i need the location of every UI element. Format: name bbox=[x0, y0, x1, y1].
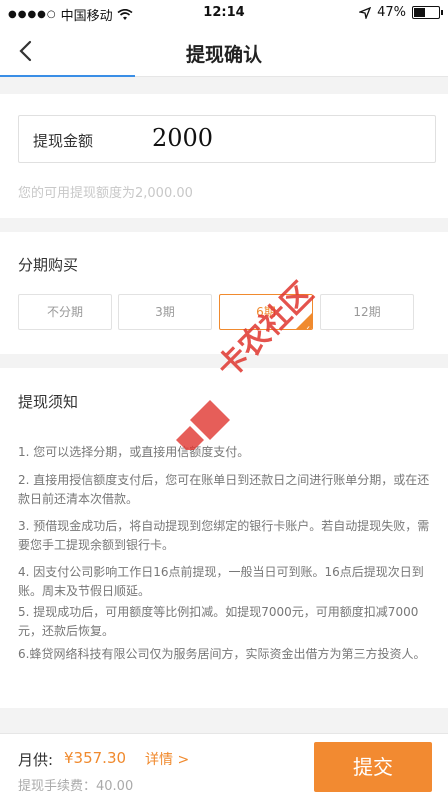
amount-input[interactable]: 提现金额 2000 bbox=[18, 115, 436, 163]
notice-item: 5. 提现成功后，可用额度等比例扣减。如提现7000元，可用额度扣减7000元，… bbox=[18, 605, 419, 638]
monthly-payment-label: 月供: bbox=[18, 751, 54, 769]
notice-item: 3. 预借现金成功后，将自动提现到您绑定的银行卡账户。若自动提现失败，需要您手工… bbox=[18, 519, 430, 552]
battery-percent: 47% bbox=[377, 5, 406, 20]
check-icon: ✓ bbox=[303, 325, 311, 330]
page-title: 提现确认 bbox=[185, 44, 262, 66]
period-option-none[interactable]: 不分期 bbox=[18, 294, 112, 330]
bottom-bar: 月供: ¥357.30 详情 > 提现手续费：40.00 提交 bbox=[0, 733, 448, 801]
period-option-3[interactable]: 3期 bbox=[118, 294, 212, 330]
monthly-payment-value: ¥357.30 bbox=[64, 749, 127, 767]
battery-icon bbox=[412, 6, 443, 19]
nav-bar: 提现确认 bbox=[0, 26, 448, 77]
details-link[interactable]: 详情 > bbox=[145, 749, 189, 769]
submit-button[interactable]: 提交 bbox=[314, 742, 432, 792]
amount-label: 提现金额 bbox=[33, 132, 94, 150]
amount-value[interactable]: 2000 bbox=[152, 124, 213, 152]
installment-title: 分期购买 bbox=[18, 256, 79, 274]
notice-item: 2. 直接用授信额度支付后，您可在账单日到还款日之间进行账单分期，或在还款日前还… bbox=[18, 473, 430, 506]
available-limit-text: 您的可用提现额度为2,000.00 bbox=[18, 186, 193, 201]
notice-item: 1. 您可以选择分期，或直接用信额度支付。 bbox=[18, 445, 250, 459]
nav-progress-bar bbox=[0, 75, 135, 77]
notice-title: 提现须知 bbox=[18, 393, 79, 411]
fee-text: 提现手续费：40.00 bbox=[18, 779, 134, 794]
status-bar: ●●●●○ 中国移动 12:14 47% bbox=[0, 0, 448, 26]
location-arrow-icon bbox=[359, 6, 372, 19]
period-option-12[interactable]: 12期 bbox=[320, 294, 414, 330]
notice-item: 4. 因支付公司影响工作日16点前提现，一般当日可到账。16点后提现次日到账。周… bbox=[18, 565, 424, 598]
notice-item: 6.蜂贷网络科技有限公司仅为服务居间方，实际资金出借方为第三方投资人。 bbox=[18, 647, 426, 661]
